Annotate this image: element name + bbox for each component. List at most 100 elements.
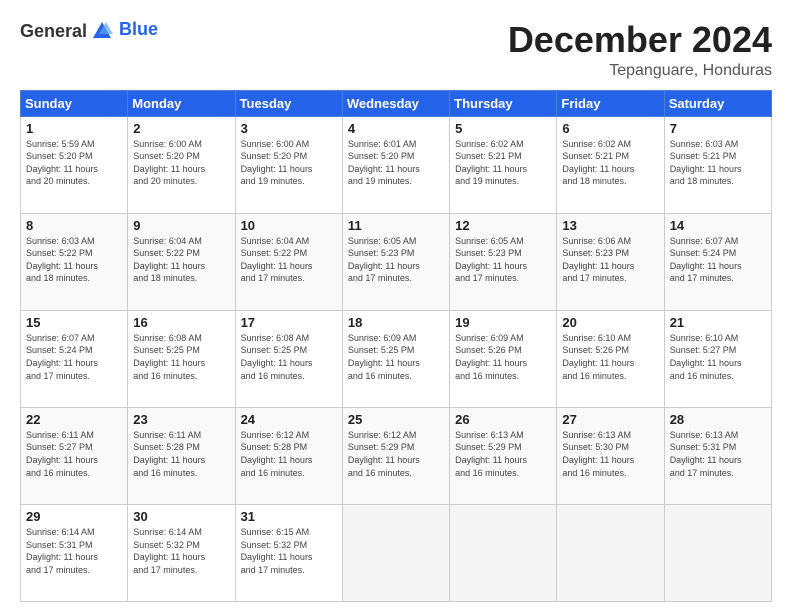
calendar-cell: 16 Sunrise: 6:08 AM Sunset: 5:25 PM Dayli… — [128, 310, 235, 407]
calendar-cell: 3 Sunrise: 6:00 AM Sunset: 5:20 PM Daylig… — [235, 116, 342, 213]
day-info: Sunrise: 6:02 AM Sunset: 5:21 PM Dayligh… — [455, 138, 551, 188]
day-number: 22 — [26, 412, 122, 427]
calendar-cell: 9 Sunrise: 6:04 AM Sunset: 5:22 PM Daylig… — [128, 213, 235, 310]
calendar-cell: 5Sunrise: 6:02 AM Sunset: 5:21 PM Daylig… — [450, 116, 557, 213]
day-info: Sunrise: 6:11 AM Sunset: 5:27 PM Dayligh… — [26, 429, 122, 479]
location: Tepanguare, Honduras — [508, 62, 772, 80]
calendar-cell: 29 Sunrise: 6:14 AM Sunset: 5:31 PM Dayli… — [21, 504, 128, 601]
day-info: Sunrise: 5:59 AM Sunset: 5:20 PM Dayligh… — [26, 138, 122, 188]
day-number: 25 — [348, 412, 444, 427]
title-block: December 2024 Tepanguare, Honduras — [508, 20, 772, 80]
day-info: Sunrise: 6:04 AM Sunset: 5:22 PM Dayligh… — [241, 235, 337, 285]
calendar-cell: 13 Sunrise: 6:06 AM Sunset: 5:23 PM Dayli… — [557, 213, 664, 310]
calendar-header-sunday: Sunday — [21, 90, 128, 116]
day-info: Sunrise: 6:11 AM Sunset: 5:28 PM Dayligh… — [133, 429, 229, 479]
calendar-cell: 28 Sunrise: 6:13 AM Sunset: 5:31 PM Dayli… — [664, 407, 771, 504]
calendar-cell: 25Sunrise: 6:12 AM Sunset: 5:29 PM Dayli… — [342, 407, 449, 504]
day-number: 28 — [670, 412, 766, 427]
day-info: Sunrise: 6:05 AM Sunset: 5:23 PM Dayligh… — [455, 235, 551, 285]
logo-general-text: General — [20, 21, 87, 42]
day-number: 10 — [241, 218, 337, 233]
day-number: 21 — [670, 315, 766, 330]
calendar-cell: 31Sunrise: 6:15 AM Sunset: 5:32 PM Dayli… — [235, 504, 342, 601]
day-number: 19 — [455, 315, 551, 330]
calendar-cell: 22 Sunrise: 6:11 AM Sunset: 5:27 PM Dayli… — [21, 407, 128, 504]
day-number: 13 — [562, 218, 658, 233]
day-number: 23 — [133, 412, 229, 427]
calendar-cell: 19 Sunrise: 6:09 AM Sunset: 5:26 PM Dayli… — [450, 310, 557, 407]
day-number: 2 — [133, 121, 229, 136]
day-number: 18 — [348, 315, 444, 330]
day-number: 4 — [348, 121, 444, 136]
day-info: Sunrise: 6:13 AM Sunset: 5:29 PM Dayligh… — [455, 429, 551, 479]
day-number: 29 — [26, 509, 122, 524]
calendar-cell: 23 Sunrise: 6:11 AM Sunset: 5:28 PM Dayli… — [128, 407, 235, 504]
day-info: Sunrise: 6:14 AM Sunset: 5:32 PM Dayligh… — [133, 526, 229, 576]
day-info: Sunrise: 6:12 AM Sunset: 5:28 PM Dayligh… — [241, 429, 337, 479]
day-number: 24 — [241, 412, 337, 427]
day-info: Sunrise: 6:03 AM Sunset: 5:21 PM Dayligh… — [670, 138, 766, 188]
day-info: Sunrise: 6:03 AM Sunset: 5:22 PM Dayligh… — [26, 235, 122, 285]
day-info: Sunrise: 6:07 AM Sunset: 5:24 PM Dayligh… — [26, 332, 122, 382]
day-info: Sunrise: 6:00 AM Sunset: 5:20 PM Dayligh… — [133, 138, 229, 188]
calendar-table: SundayMondayTuesdayWednesdayThursdayFrid… — [20, 90, 772, 602]
day-number: 11 — [348, 218, 444, 233]
calendar-week-4: 22 Sunrise: 6:11 AM Sunset: 5:27 PM Dayli… — [21, 407, 772, 504]
day-info: Sunrise: 6:14 AM Sunset: 5:31 PM Dayligh… — [26, 526, 122, 576]
day-info: Sunrise: 6:04 AM Sunset: 5:22 PM Dayligh… — [133, 235, 229, 285]
calendar-cell — [450, 504, 557, 601]
day-number: 1 — [26, 121, 122, 136]
page: General Blue December 2024 Tepanguare, H… — [0, 0, 792, 612]
day-info: Sunrise: 6:09 AM Sunset: 5:25 PM Dayligh… — [348, 332, 444, 382]
day-number: 7 — [670, 121, 766, 136]
day-info: Sunrise: 6:15 AM Sunset: 5:32 PM Dayligh… — [241, 526, 337, 576]
day-info: Sunrise: 6:09 AM Sunset: 5:26 PM Dayligh… — [455, 332, 551, 382]
calendar-cell — [342, 504, 449, 601]
day-number: 14 — [670, 218, 766, 233]
day-info: Sunrise: 6:01 AM Sunset: 5:20 PM Dayligh… — [348, 138, 444, 188]
calendar-header-friday: Friday — [557, 90, 664, 116]
calendar-header-saturday: Saturday — [664, 90, 771, 116]
day-info: Sunrise: 6:00 AM Sunset: 5:20 PM Dayligh… — [241, 138, 337, 188]
day-number: 8 — [26, 218, 122, 233]
day-number: 30 — [133, 509, 229, 524]
calendar-header-wednesday: Wednesday — [342, 90, 449, 116]
day-info: Sunrise: 6:08 AM Sunset: 5:25 PM Dayligh… — [133, 332, 229, 382]
calendar-week-5: 29 Sunrise: 6:14 AM Sunset: 5:31 PM Dayli… — [21, 504, 772, 601]
calendar-week-2: 8 Sunrise: 6:03 AM Sunset: 5:22 PM Daylig… — [21, 213, 772, 310]
day-info: Sunrise: 6:07 AM Sunset: 5:24 PM Dayligh… — [670, 235, 766, 285]
day-number: 17 — [241, 315, 337, 330]
calendar-header-monday: Monday — [128, 90, 235, 116]
logo-icon — [91, 20, 113, 42]
calendar-cell: 14 Sunrise: 6:07 AM Sunset: 5:24 PM Dayli… — [664, 213, 771, 310]
calendar-cell: 27Sunrise: 6:13 AM Sunset: 5:30 PM Dayli… — [557, 407, 664, 504]
calendar-week-1: 1 Sunrise: 5:59 AM Sunset: 5:20 PM Daylig… — [21, 116, 772, 213]
calendar-cell: 4 Sunrise: 6:01 AM Sunset: 5:20 PM Daylig… — [342, 116, 449, 213]
calendar-cell — [664, 504, 771, 601]
calendar-cell — [557, 504, 664, 601]
calendar-cell: 10 Sunrise: 6:04 AM Sunset: 5:22 PM Dayli… — [235, 213, 342, 310]
day-number: 15 — [26, 315, 122, 330]
calendar-cell: 21Sunrise: 6:10 AM Sunset: 5:27 PM Dayli… — [664, 310, 771, 407]
calendar-header-thursday: Thursday — [450, 90, 557, 116]
calendar-week-3: 15 Sunrise: 6:07 AM Sunset: 5:24 PM Dayli… — [21, 310, 772, 407]
calendar-cell: 24 Sunrise: 6:12 AM Sunset: 5:28 PM Dayli… — [235, 407, 342, 504]
day-number: 9 — [133, 218, 229, 233]
day-info: Sunrise: 6:06 AM Sunset: 5:23 PM Dayligh… — [562, 235, 658, 285]
calendar-header-tuesday: Tuesday — [235, 90, 342, 116]
calendar-cell: 18 Sunrise: 6:09 AM Sunset: 5:25 PM Dayli… — [342, 310, 449, 407]
day-info: Sunrise: 6:13 AM Sunset: 5:31 PM Dayligh… — [670, 429, 766, 479]
calendar-cell: 17Sunrise: 6:08 AM Sunset: 5:25 PM Dayli… — [235, 310, 342, 407]
logo-text: General Blue — [20, 20, 158, 42]
day-number: 16 — [133, 315, 229, 330]
logo-blue-text: Blue — [119, 19, 158, 40]
calendar-cell: 15 Sunrise: 6:07 AM Sunset: 5:24 PM Dayli… — [21, 310, 128, 407]
day-number: 3 — [241, 121, 337, 136]
day-number: 12 — [455, 218, 551, 233]
day-info: Sunrise: 6:05 AM Sunset: 5:23 PM Dayligh… — [348, 235, 444, 285]
calendar-cell: 2 Sunrise: 6:00 AM Sunset: 5:20 PM Daylig… — [128, 116, 235, 213]
calendar-cell: 30 Sunrise: 6:14 AM Sunset: 5:32 PM Dayli… — [128, 504, 235, 601]
calendar-header-row: SundayMondayTuesdayWednesdayThursdayFrid… — [21, 90, 772, 116]
calendar-cell: 12 Sunrise: 6:05 AM Sunset: 5:23 PM Dayli… — [450, 213, 557, 310]
calendar-cell: 20Sunrise: 6:10 AM Sunset: 5:26 PM Dayli… — [557, 310, 664, 407]
